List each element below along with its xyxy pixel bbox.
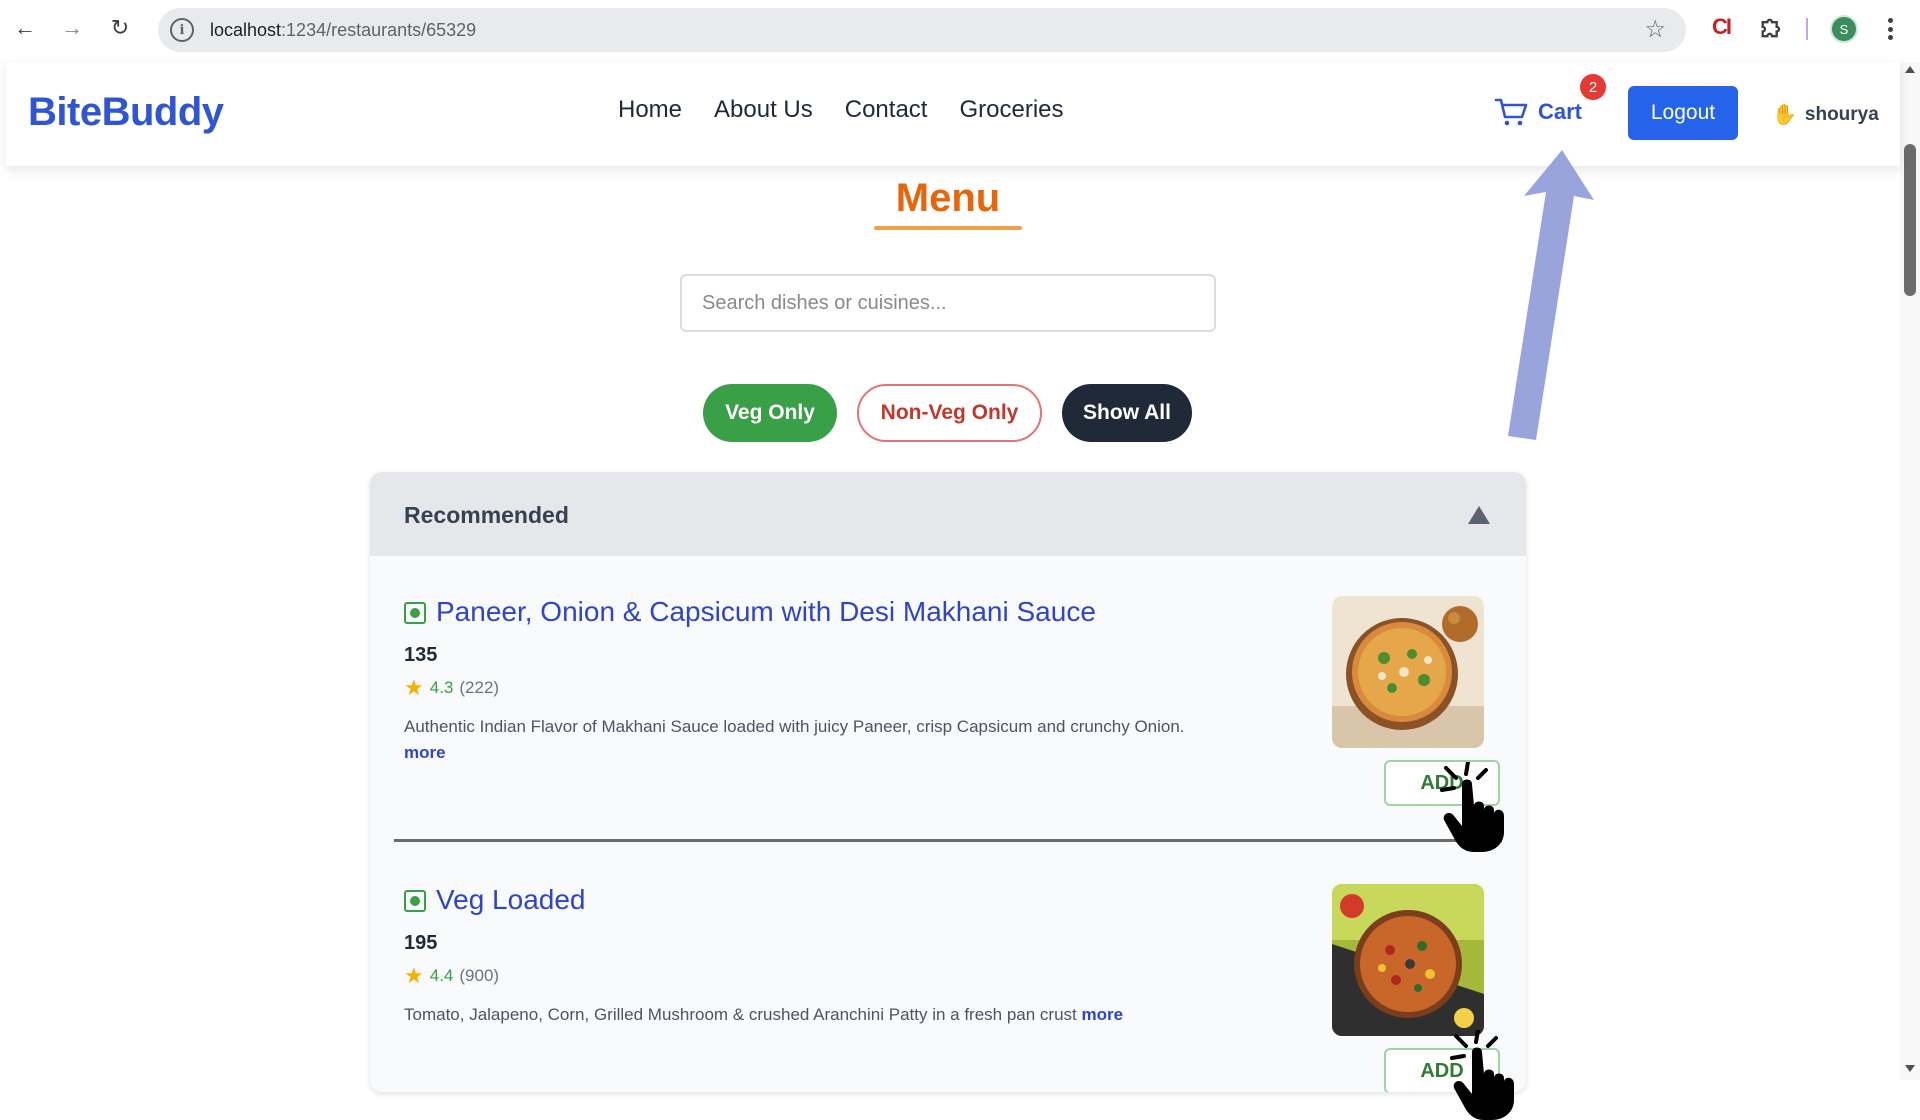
user-name: shourya [1804, 103, 1879, 125]
scroll-up-arrow-icon[interactable] [1905, 66, 1915, 73]
cart-label: Cart [1538, 99, 1583, 124]
dish-name[interactable]: Veg Loaded [436, 884, 586, 916]
url-path: :1234/restaurants/65329 [281, 19, 477, 40]
menu-title-underline [874, 226, 1022, 230]
non-veg-only-button[interactable]: Non-Veg Only [857, 384, 1042, 442]
nav-about-us[interactable]: About Us [714, 96, 813, 124]
section-title: Recommended [404, 502, 569, 528]
toolbar-separator [1806, 18, 1808, 40]
search-input[interactable] [680, 274, 1216, 332]
dish-price: 195 [404, 932, 438, 954]
dish-rating: ★ 4.3 (222) [404, 675, 500, 700]
dish-description: Authentic Indian Flavor of Makhani Sauce… [404, 714, 1204, 766]
dish-divider [394, 839, 1502, 842]
brand-logo[interactable]: BiteBuddy [28, 90, 224, 135]
logout-button[interactable]: Logout [1628, 86, 1738, 140]
star-icon: ★ [404, 963, 424, 988]
annotation-arrow-icon [1508, 150, 1594, 440]
pointer-hand-icon [1450, 1030, 1514, 1120]
veg-indicator-icon [404, 890, 426, 912]
address-bar[interactable]: i localhost:1234/restaurants/65329 ☆ [158, 8, 1686, 52]
cart-count-badge: 2 [1580, 74, 1606, 100]
pointer-hand-icon [1440, 762, 1504, 852]
wave-hand-icon: ✋ [1772, 104, 1797, 126]
section-header[interactable]: Recommended [370, 472, 1526, 556]
page-scrollbar[interactable] [1900, 62, 1920, 1080]
profile-avatar[interactable]: S [1830, 15, 1858, 43]
rating-value: 4.3 [429, 678, 454, 697]
show-all-button[interactable]: Show All [1062, 384, 1192, 442]
user-chip[interactable]: ✋ shourya [1772, 102, 1879, 127]
star-icon: ★ [404, 675, 424, 700]
dish-description-text: Tomato, Jalapeno, Corn, Grilled Mushroom… [404, 1005, 1077, 1024]
more-link[interactable]: more [404, 743, 446, 762]
browser-toolbar: ← → ↻ i localhost:1234/restaurants/65329… [0, 0, 1920, 60]
app-header: BiteBuddy Home About Us Contact Grocerie… [6, 62, 1900, 166]
info-icon[interactable]: i [170, 18, 194, 42]
dish-description-text: Authentic Indian Flavor of Makhani Sauce… [404, 717, 1185, 736]
nav-contact[interactable]: Contact [845, 96, 928, 124]
url-text[interactable]: localhost:1234/restaurants/65329 [210, 20, 476, 41]
cart-icon [1494, 98, 1528, 126]
more-link[interactable]: more [1082, 1005, 1124, 1024]
puzzle-icon[interactable] [1758, 14, 1786, 42]
back-arrow-icon[interactable]: ← [10, 13, 40, 43]
main-nav: Home About Us Contact Groceries [618, 96, 1064, 124]
dish-price: 135 [404, 644, 438, 666]
scrollbar-thumb[interactable] [1904, 144, 1916, 296]
dish-description: Tomato, Jalapeno, Corn, Grilled Mushroom… [404, 1002, 1204, 1028]
kebab-menu-icon[interactable] [1880, 14, 1900, 44]
bookmark-star-icon[interactable]: ☆ [1644, 16, 1666, 44]
menu-title: Menu [895, 176, 1001, 220]
veg-only-button[interactable]: Veg Only [703, 384, 837, 442]
scroll-down-arrow-icon[interactable] [1905, 1065, 1915, 1072]
recommended-section: Recommended Paneer, Onion & Capsicum wit… [370, 472, 1526, 1092]
caret-up-icon[interactable] [1468, 506, 1490, 524]
veg-indicator-icon [404, 602, 426, 624]
nav-home[interactable]: Home [618, 96, 682, 124]
dish-image [1332, 884, 1484, 1036]
url-host: localhost [210, 19, 282, 40]
dish-rating: ★ 4.4 (900) [404, 963, 500, 988]
extension-ci-icon[interactable]: CI [1712, 14, 1732, 40]
reload-icon[interactable]: ↻ [105, 13, 135, 43]
dish-image [1332, 596, 1484, 748]
nav-groceries[interactable]: Groceries [959, 96, 1063, 124]
rating-value: 4.4 [429, 966, 454, 985]
dish-name[interactable]: Paneer, Onion & Capsicum with Desi Makha… [436, 596, 1096, 628]
rating-count: (222) [459, 678, 500, 697]
forward-arrow-icon[interactable]: → [57, 13, 87, 43]
cart-link[interactable]: Cart [1494, 96, 1582, 128]
rating-count: (900) [459, 966, 500, 985]
